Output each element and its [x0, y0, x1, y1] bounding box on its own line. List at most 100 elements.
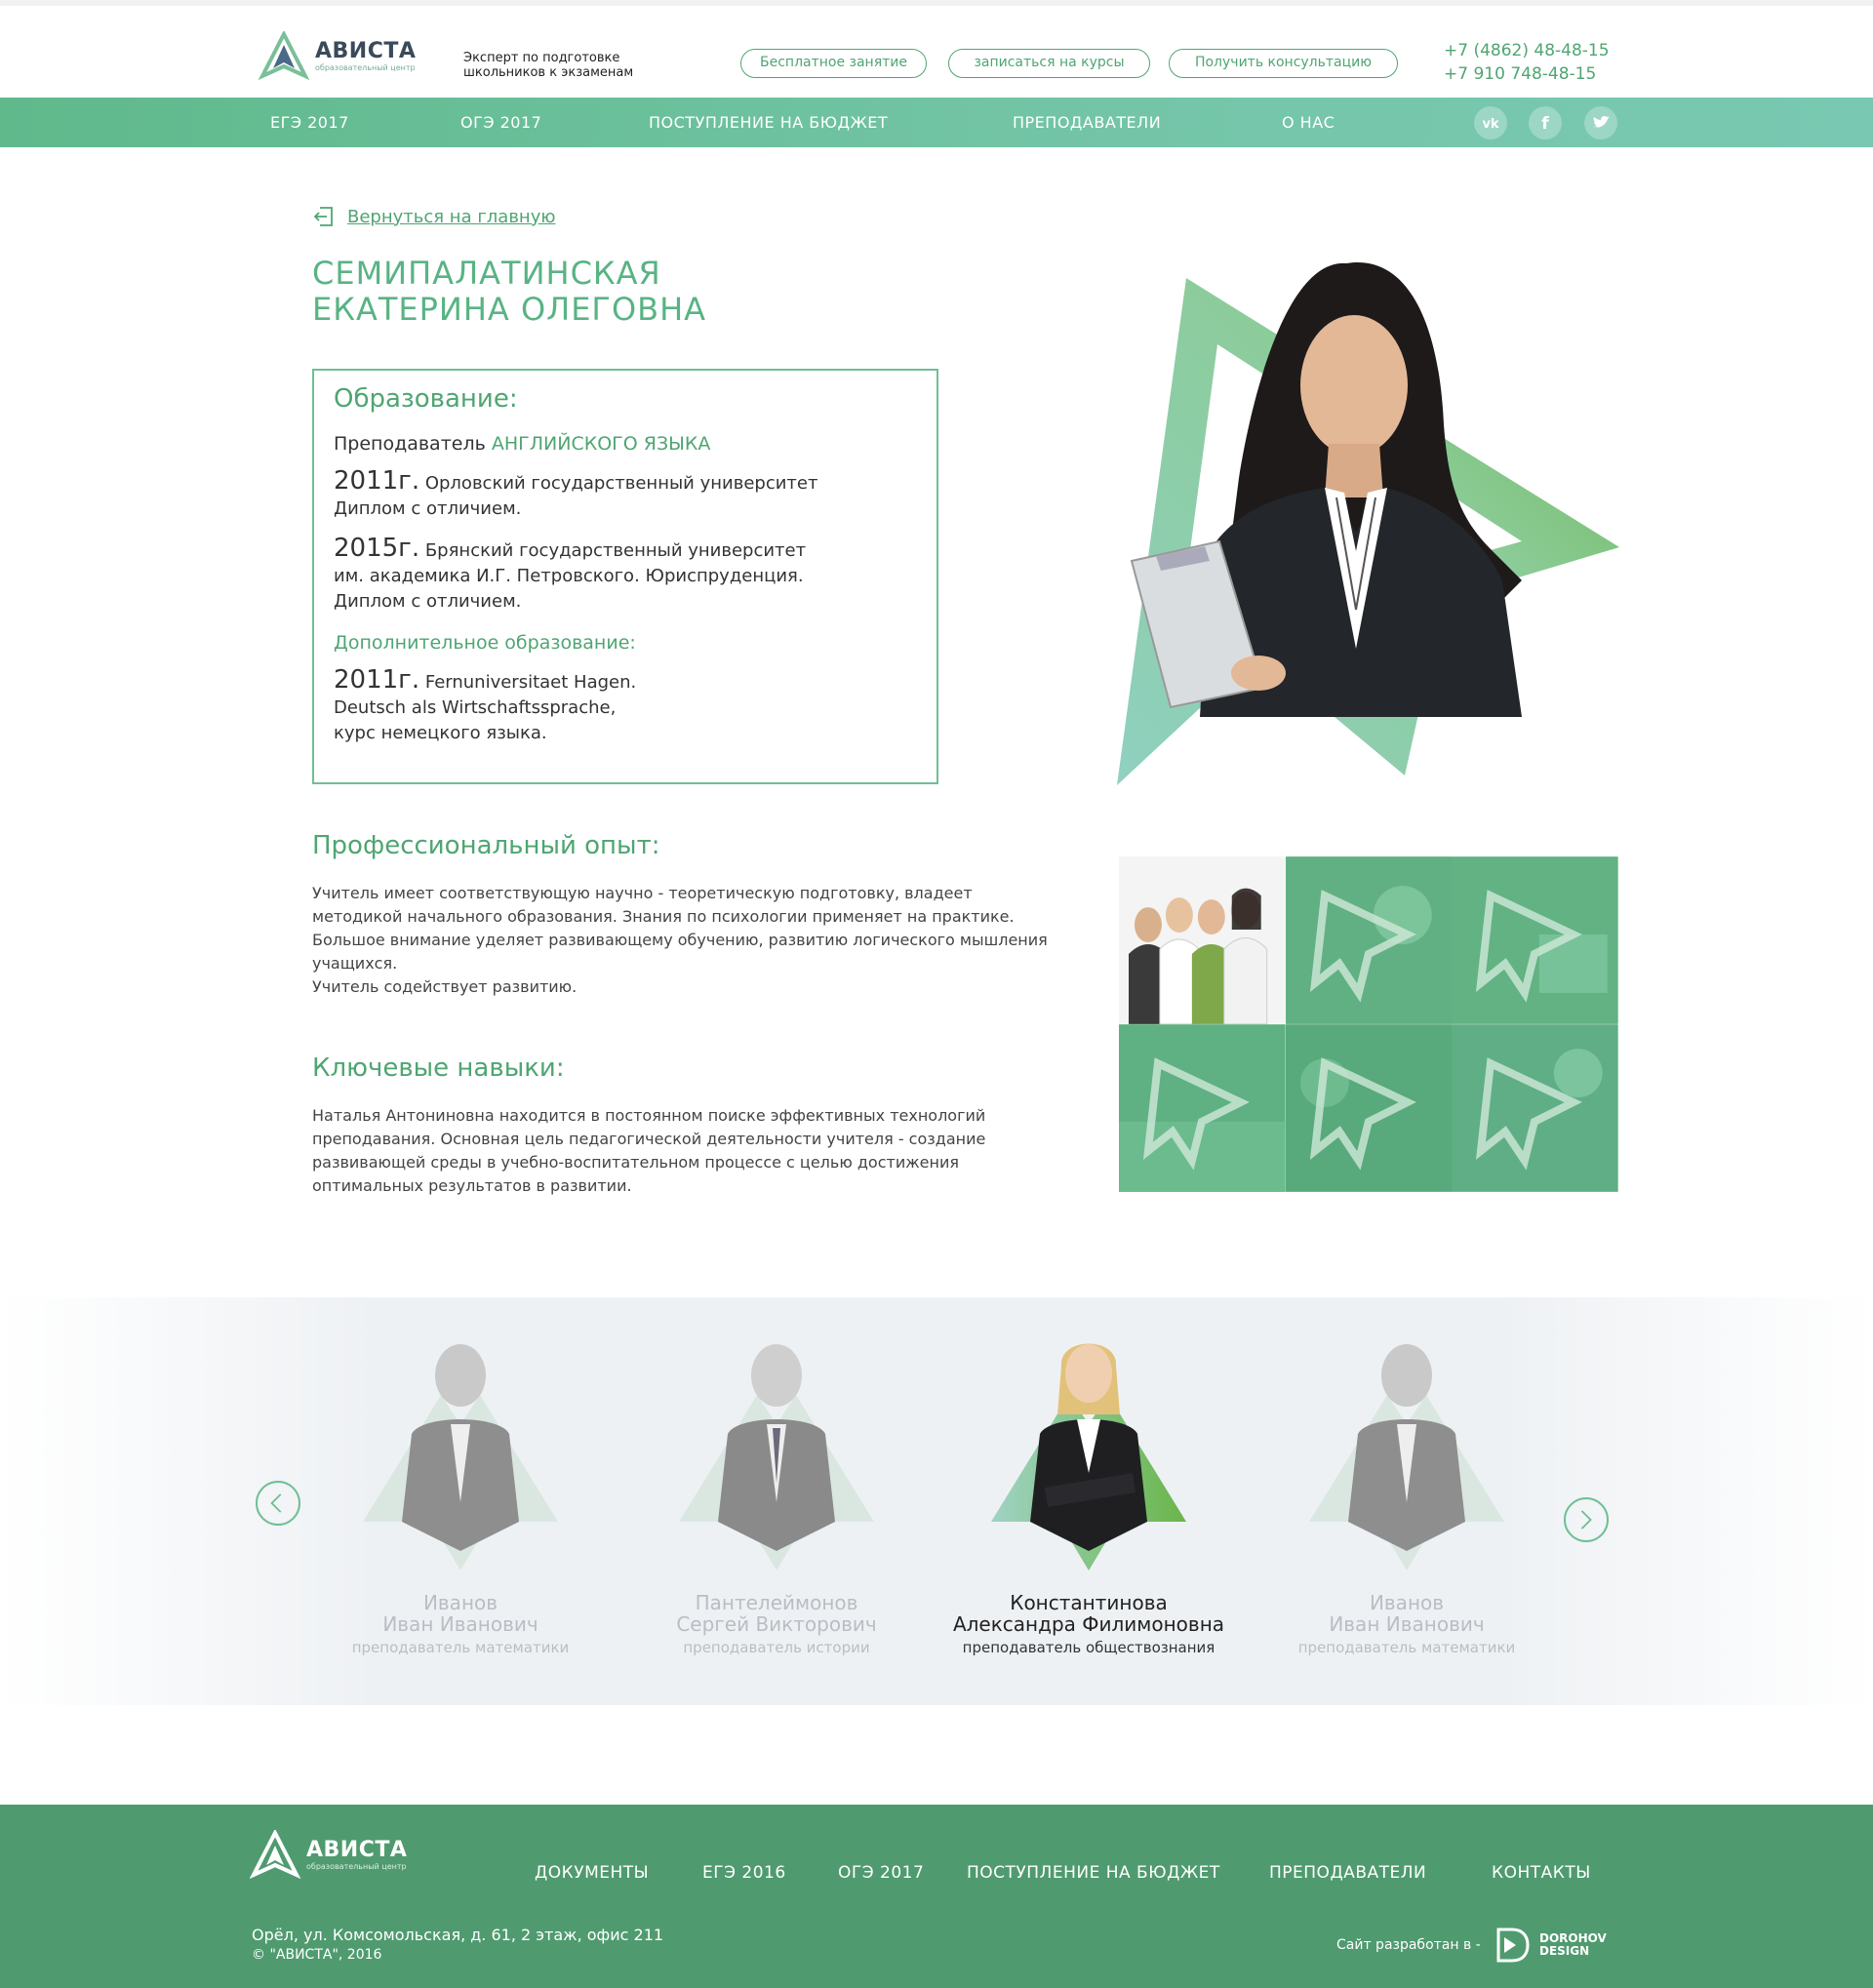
experience-paragraph-2: Учитель содействует развитию.	[312, 977, 578, 996]
education-box: Образование: Преподаватель АНГЛИЙСКОГО Я…	[312, 369, 938, 784]
face-shape	[1300, 315, 1408, 456]
education-year: 2011г.	[334, 665, 420, 695]
teacher-card-role: преподаватель математики	[1297, 1639, 1516, 1656]
footer-logo[interactable]: АВИСТА образовательный центр	[250, 1830, 407, 1881]
teacher-card-name: Пантелеймонов Сергей Викторович	[630, 1592, 923, 1635]
carousel-next-button[interactable]	[1564, 1497, 1609, 1542]
teacher-card-role: преподаватель математики	[351, 1639, 570, 1656]
site-header: АВИСТА образовательный центр Эксперт по …	[0, 0, 1873, 98]
developer-logo[interactable]: DOROHOV DESIGN	[1493, 1926, 1607, 1965]
teacher-card-surname: Константинова	[1010, 1591, 1168, 1614]
developer-name: DOROHOV DESIGN	[1539, 1932, 1607, 1958]
teacher-card-given-name: Сергей Викторович	[676, 1612, 877, 1636]
nav-item-budget[interactable]: ПОСТУПЛЕНИЕ НА БЮДЖЕТ	[649, 113, 888, 132]
teacher-card-name: Иванов Иван Иванович	[1260, 1592, 1553, 1635]
consultation-button[interactable]: Получить консультацию	[1169, 49, 1398, 78]
phone-2[interactable]: +7 910 748-48-15	[1444, 62, 1610, 86]
additional-education-entry: 2011г. Fernuniversitaet Hagen. Deutsch a…	[334, 667, 917, 746]
nav-item-ege-2017[interactable]: ЕГЭ 2017	[270, 113, 349, 132]
logo-subtitle: образовательный центр	[315, 63, 416, 72]
teacher-card-given-name: Александра Филимоновна	[952, 1612, 1225, 1636]
teacher-card-role: преподаватель обществознания	[962, 1639, 1215, 1656]
developer-name-line2: DESIGN	[1539, 1944, 1590, 1958]
logo-name: АВИСТА	[315, 39, 417, 63]
phone-1[interactable]: +7 (4862) 48-48-15	[1444, 39, 1610, 62]
footer-nav-teachers[interactable]: ПРЕПОДАВАТЕЛИ	[1269, 1863, 1426, 1883]
education-entry: 2015г. Брянский государственный универси…	[334, 536, 917, 615]
experience-paragraph: Учитель имеет соответствующую научно - т…	[312, 884, 1048, 973]
teacher-card-name: Иванов Иван Иванович	[314, 1592, 607, 1635]
nav-item-oge-2017[interactable]: ОГЭ 2017	[460, 113, 541, 132]
teacher-subject: АНГЛИЙСКОГО ЯЗЫКА	[491, 433, 711, 455]
education-note: Диплом с отличием.	[334, 591, 522, 612]
gallery-photo-6[interactable]	[1452, 1024, 1618, 1192]
site-logo[interactable]: АВИСТА образовательный центр	[259, 31, 416, 82]
enroll-button[interactable]: записаться на курсы	[948, 49, 1150, 78]
teacher-given-name: ЕКАТЕРИНА ОЛЕГОВНА	[312, 291, 707, 328]
footer-logo-subtitle: образовательный центр	[306, 1862, 407, 1871]
svg-text:f: f	[1541, 114, 1549, 134]
teachers-carousel: Иванов Иван Иванович преподаватель матем…	[0, 1297, 1873, 1705]
teacher-surname: СЕМИПАЛАТИНСКАЯ	[312, 255, 661, 292]
chevron-right-icon	[1580, 1510, 1592, 1530]
experience-text: Учитель имеет соответствующую научно - т…	[312, 882, 1063, 999]
teacher-card-surname: Пантелеймонов	[695, 1591, 858, 1614]
teacher-prefix: Преподаватель	[334, 433, 486, 455]
teacher-card-surname: Иванов	[1369, 1591, 1445, 1614]
experience-title: Профессиональный опыт:	[312, 831, 660, 860]
teacher-name: СЕМИПАЛАТИНСКАЯ ЕКАТЕРИНА ОЛЕГОВНА	[312, 256, 706, 328]
additional-education-title: Дополнительное образование:	[334, 632, 636, 654]
footer-nav-budget[interactable]: ПОСТУПЛЕНИЕ НА БЮДЖЕТ	[967, 1863, 1220, 1883]
teacher-card-role: преподаватель истории	[683, 1639, 870, 1656]
teacher-photo	[679, 1344, 874, 1571]
teacher-card-given-name: Иван Иванович	[382, 1612, 538, 1636]
footer-nav-ege-2016[interactable]: ЕГЭ 2016	[702, 1863, 786, 1883]
gallery-photo-3[interactable]	[1452, 856, 1618, 1024]
gallery-photo-4[interactable]	[1119, 1024, 1286, 1192]
phone-numbers: +7 (4862) 48-48-15 +7 910 748-48-15	[1444, 39, 1610, 86]
education-institution: Fernuniversitaet Hagen.	[424, 672, 637, 693]
svg-text:vk: vk	[1482, 117, 1498, 132]
teacher-photo	[363, 1344, 558, 1571]
education-year: 2015г.	[334, 534, 420, 563]
teacher-card-name: Константинова Александра Филимоновна	[942, 1592, 1235, 1635]
education-institution: Брянский государственный университет	[424, 540, 807, 561]
photo-gallery	[1119, 856, 1618, 1192]
main-nav: ЕГЭ 2017 ОГЭ 2017 ПОСТУПЛЕНИЕ НА БЮДЖЕТ …	[0, 98, 1873, 147]
back-link[interactable]: Вернуться на главную	[312, 205, 556, 228]
back-link-label: Вернуться на главную	[347, 206, 556, 227]
teacher-photo	[991, 1343, 1186, 1571]
footer-nav-oge-2017[interactable]: ОГЭ 2017	[838, 1863, 924, 1883]
gallery-photo-students[interactable]	[1119, 856, 1286, 1024]
skills-text: Наталья Антониновна находится в постоянн…	[312, 1106, 986, 1195]
teacher-card-active[interactable]: Константинова Александра Филимоновна пре…	[942, 1327, 1235, 1656]
education-title: Образование:	[334, 384, 518, 414]
education-faculty: им. академика И.Г. Петровского. Юриспруд…	[334, 566, 804, 586]
teacher-card[interactable]: Иванов Иван Иванович преподаватель матем…	[314, 1327, 607, 1656]
footer-copyright: © "АВИСТА", 2016	[252, 1947, 382, 1963]
gallery-photo-5[interactable]	[1285, 1024, 1453, 1192]
footer-address: Орёл, ул. Комсомольская, д. 61, 2 этаж, …	[252, 1926, 664, 1944]
teacher-photo	[1309, 1344, 1504, 1571]
footer-nav-contacts[interactable]: КОНТАКТЫ	[1492, 1863, 1591, 1883]
education-institution: Орловский государственный университет	[424, 473, 818, 494]
developer-label: Сайт разработан в -	[1336, 1937, 1481, 1953]
teacher-subject-line: Преподаватель АНГЛИЙСКОГО ЯЗЫКА	[334, 433, 917, 455]
skills-title: Ключевые навыки:	[312, 1054, 565, 1083]
vk-icon[interactable]: vk	[1474, 106, 1507, 139]
teacher-portrait	[1117, 261, 1619, 785]
gallery-photo-2[interactable]	[1285, 856, 1453, 1024]
chevron-left-icon	[270, 1493, 282, 1513]
logo-triangle-icon	[250, 1830, 300, 1880]
header-tagline: Эксперт по подготовке школьников к экзам…	[463, 51, 634, 80]
free-lesson-button[interactable]: Бесплатное занятие	[740, 49, 927, 78]
twitter-icon[interactable]	[1584, 106, 1617, 139]
nav-item-teachers[interactable]: ПРЕПОДАВАТЕЛИ	[1013, 113, 1161, 132]
teacher-card[interactable]: Иванов Иван Иванович преподаватель матем…	[1260, 1327, 1553, 1656]
education-program: Deutsch als Wirtschaftssprache,	[334, 697, 617, 718]
carousel-prev-button[interactable]	[256, 1481, 300, 1526]
facebook-icon[interactable]: f	[1529, 106, 1562, 139]
footer-nav-documents[interactable]: ДОКУМЕНТЫ	[535, 1863, 649, 1883]
nav-item-about[interactable]: О НАС	[1282, 113, 1335, 132]
teacher-card[interactable]: Пантелеймонов Сергей Викторович преподав…	[630, 1327, 923, 1656]
